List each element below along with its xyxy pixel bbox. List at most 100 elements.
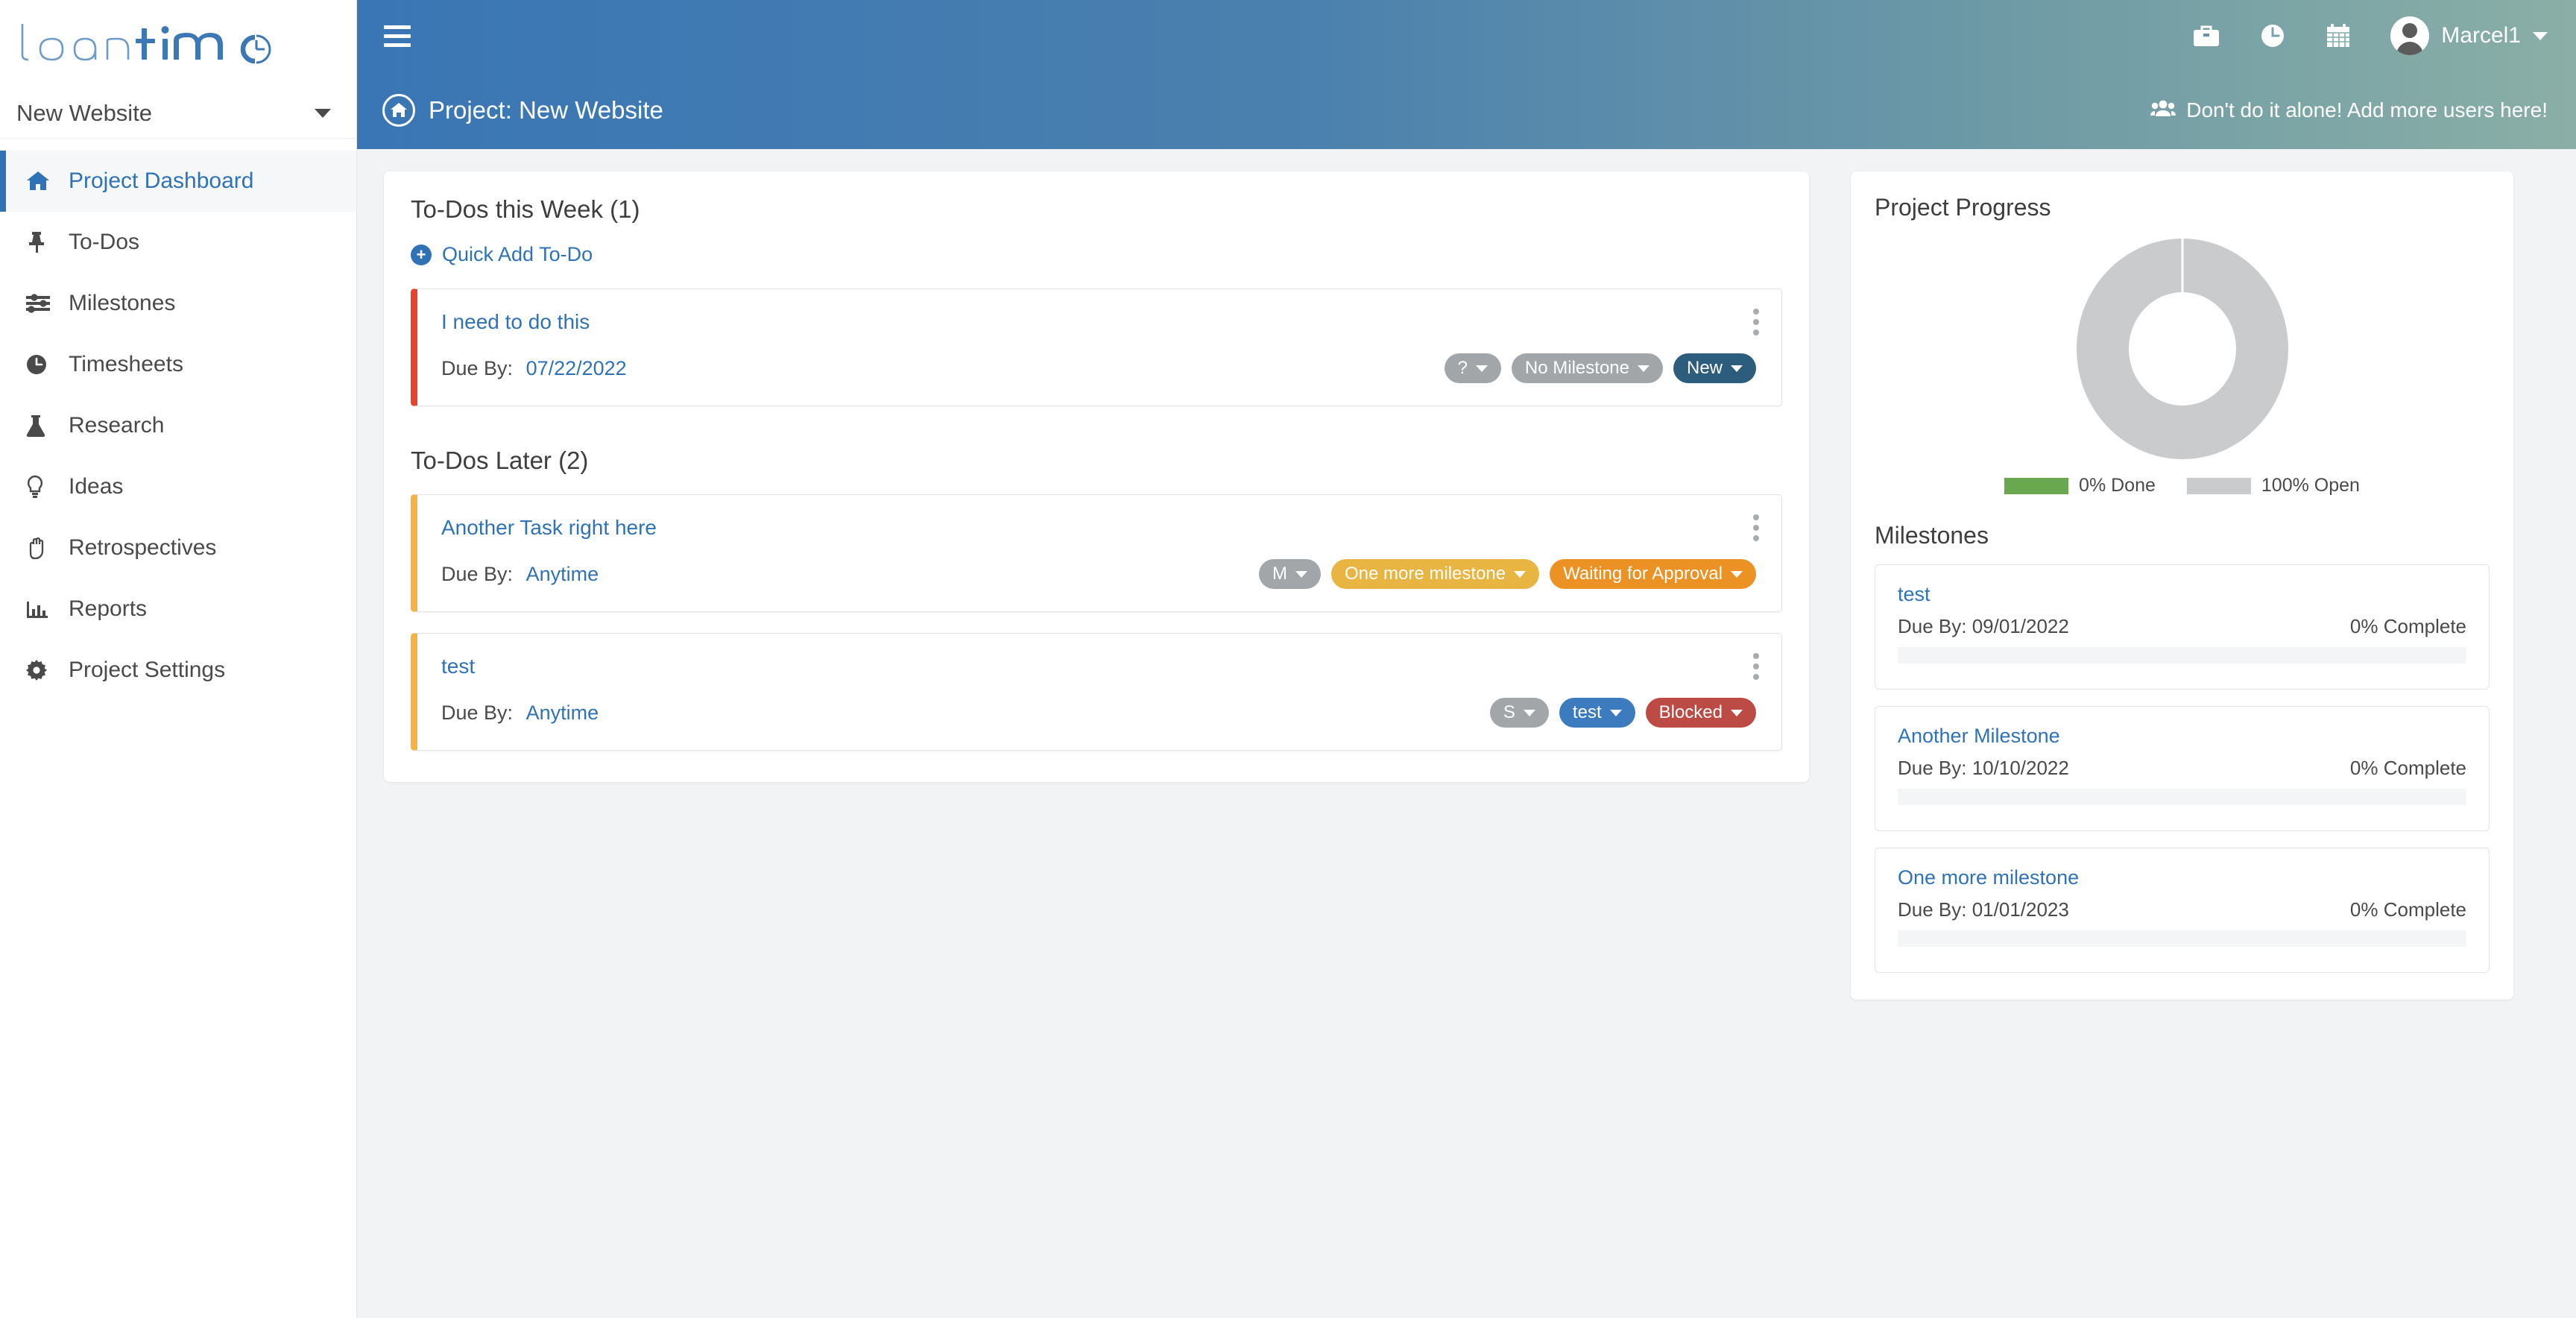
add-users-label: Don't do it alone! Add more users here! bbox=[2186, 98, 2548, 122]
sidebar-item-ideas[interactable]: Ideas bbox=[0, 456, 356, 517]
chart-legend: 0% Done 100% Open bbox=[1875, 475, 2490, 496]
legend-label-open: 100% Open bbox=[2261, 475, 2360, 496]
todo-title[interactable]: Another Task right here bbox=[441, 516, 657, 540]
project-progress-donut-chart bbox=[1875, 229, 2490, 464]
quick-add-todo-button[interactable]: + Quick Add To-Do bbox=[411, 243, 1782, 266]
badge-label: New bbox=[1687, 358, 1723, 379]
sidebar-item-label: Timesheets bbox=[69, 352, 183, 377]
sidebar-item-research[interactable]: Research bbox=[0, 395, 356, 456]
sidebar: New Website Project Dashboard To-Dos bbox=[0, 0, 357, 1318]
table-row[interactable]: I need to do this Due By: 07/22/2022 ? N… bbox=[411, 288, 1782, 406]
sidebar-item-timesheets[interactable]: Timesheets bbox=[0, 334, 356, 395]
todo-title[interactable]: I need to do this bbox=[441, 310, 590, 334]
top-bar: Marcel1 bbox=[357, 0, 2576, 72]
todo-badges: M One more milestone Waiting for Approva… bbox=[1259, 559, 1756, 589]
sidebar-item-project-dashboard[interactable]: Project Dashboard bbox=[0, 151, 356, 212]
lightbulb-icon bbox=[25, 475, 60, 499]
sidebar-item-label: Retrospectives bbox=[69, 535, 216, 561]
clock-icon bbox=[25, 353, 60, 376]
hamburger-icon[interactable] bbox=[384, 20, 411, 52]
app-logo[interactable] bbox=[0, 0, 356, 88]
todo-options-icon[interactable] bbox=[1753, 514, 1759, 546]
badge-label: ? bbox=[1458, 358, 1468, 379]
project-selector-value: New Website bbox=[16, 100, 152, 127]
legend-item-done: 0% Done bbox=[2004, 475, 2156, 496]
milestones-heading: Milestones bbox=[1875, 522, 2490, 549]
sidebar-item-label: Milestones bbox=[69, 291, 175, 316]
sidebar-nav: Project Dashboard To-Dos Milestones Ti bbox=[0, 139, 356, 701]
legend-swatch-done bbox=[2004, 478, 2068, 494]
clock-icon[interactable] bbox=[2259, 22, 2286, 49]
todo-title[interactable]: test bbox=[441, 655, 475, 678]
status-badge[interactable]: S bbox=[1490, 698, 1549, 728]
milestone-progress-bar bbox=[1898, 647, 2466, 663]
todo-options-icon[interactable] bbox=[1753, 309, 1759, 340]
status-badge[interactable]: ? bbox=[1445, 353, 1501, 383]
sidebar-item-label: Project Dashboard bbox=[69, 168, 253, 194]
milestone-badge[interactable]: One more milestone bbox=[1331, 559, 1539, 589]
calendar-icon[interactable] bbox=[2325, 22, 2352, 49]
top-bar-actions: Marcel1 bbox=[2192, 16, 2548, 55]
milestone-title[interactable]: test bbox=[1898, 583, 2466, 606]
add-users-link[interactable]: Don't do it alone! Add more users here! bbox=[2150, 98, 2548, 123]
sidebar-item-label: Reports bbox=[69, 596, 147, 622]
badge-label: No Milestone bbox=[1525, 358, 1629, 379]
sidebar-item-milestones[interactable]: Milestones bbox=[0, 273, 356, 334]
milestone-badge[interactable]: test bbox=[1559, 698, 1635, 728]
todos-panel: To-Dos this Week (1) + Quick Add To-Do I… bbox=[384, 171, 1809, 782]
list-item[interactable]: One more milestone Due By: 01/01/2023 0%… bbox=[1875, 848, 2490, 973]
badge-label: One more milestone bbox=[1345, 564, 1506, 584]
todo-badges: S test Blocked bbox=[1490, 698, 1756, 728]
todo-due-value[interactable]: Anytime bbox=[526, 701, 599, 724]
sidebar-item-label: Research bbox=[69, 413, 164, 438]
badge-label: M bbox=[1272, 564, 1287, 584]
todo-due-value[interactable]: 07/22/2022 bbox=[526, 357, 627, 379]
pin-icon bbox=[25, 230, 60, 254]
briefcase-icon[interactable] bbox=[2192, 23, 2220, 48]
legend-item-open: 100% Open bbox=[2187, 475, 2360, 496]
todo-due: Due By: Anytime bbox=[441, 701, 599, 725]
todo-due-value[interactable]: Anytime bbox=[526, 563, 599, 585]
sidebar-item-reports[interactable]: Reports bbox=[0, 578, 356, 640]
status-badge[interactable]: M bbox=[1259, 559, 1321, 589]
user-name: Marcel1 bbox=[2441, 23, 2521, 48]
project-progress-heading: Project Progress bbox=[1875, 194, 2490, 221]
status-badge[interactable]: New bbox=[1673, 353, 1756, 383]
todo-due-label: Due By: bbox=[441, 357, 513, 379]
milestone-due: Due By: 01/01/2023 bbox=[1898, 898, 2069, 921]
chevron-down-icon bbox=[1731, 710, 1743, 716]
chevron-down-icon bbox=[1731, 365, 1743, 372]
user-menu[interactable]: Marcel1 bbox=[2390, 16, 2548, 55]
page-title-text: Project: New Website bbox=[429, 96, 663, 124]
todo-options-icon[interactable] bbox=[1753, 653, 1759, 684]
milestone-title[interactable]: Another Milestone bbox=[1898, 725, 2466, 748]
milestone-title[interactable]: One more milestone bbox=[1898, 866, 2466, 889]
table-row[interactable]: test Due By: Anytime S test B bbox=[411, 633, 1782, 751]
milestone-due: Due By: 09/01/2022 bbox=[1898, 615, 2069, 638]
chevron-down-icon bbox=[1524, 710, 1535, 716]
status-badge[interactable]: Waiting for Approval bbox=[1550, 559, 1756, 589]
list-item[interactable]: Another Milestone Due By: 10/10/2022 0% … bbox=[1875, 706, 2490, 831]
status-badge[interactable]: Blocked bbox=[1646, 698, 1756, 728]
bar-chart-icon bbox=[25, 599, 60, 619]
quick-add-label: Quick Add To-Do bbox=[442, 243, 593, 266]
chevron-down-icon bbox=[1514, 571, 1526, 578]
project-selector[interactable]: New Website bbox=[0, 88, 356, 139]
plus-icon: + bbox=[411, 245, 432, 265]
milestone-progress-bar bbox=[1898, 789, 2466, 805]
chevron-down-icon bbox=[1638, 365, 1650, 372]
milestone-badge[interactable]: No Milestone bbox=[1512, 353, 1663, 383]
badge-label: S bbox=[1503, 702, 1515, 723]
sliders-icon bbox=[25, 294, 60, 313]
chevron-down-icon bbox=[1476, 365, 1488, 372]
table-row[interactable]: Another Task right here Due By: Anytime … bbox=[411, 494, 1782, 612]
legend-label-done: 0% Done bbox=[2079, 475, 2156, 496]
list-item[interactable]: test Due By: 09/01/2022 0% Complete bbox=[1875, 564, 2490, 690]
todo-due: Due By: 07/22/2022 bbox=[441, 357, 627, 380]
sidebar-item-label: Project Settings bbox=[69, 658, 225, 683]
milestone-percent: 0% Complete bbox=[2350, 898, 2466, 921]
sidebar-item-to-dos[interactable]: To-Dos bbox=[0, 212, 356, 273]
sidebar-item-retrospectives[interactable]: Retrospectives bbox=[0, 517, 356, 578]
sidebar-item-project-settings[interactable]: Project Settings bbox=[0, 640, 356, 701]
chevron-down-icon bbox=[1731, 571, 1743, 578]
